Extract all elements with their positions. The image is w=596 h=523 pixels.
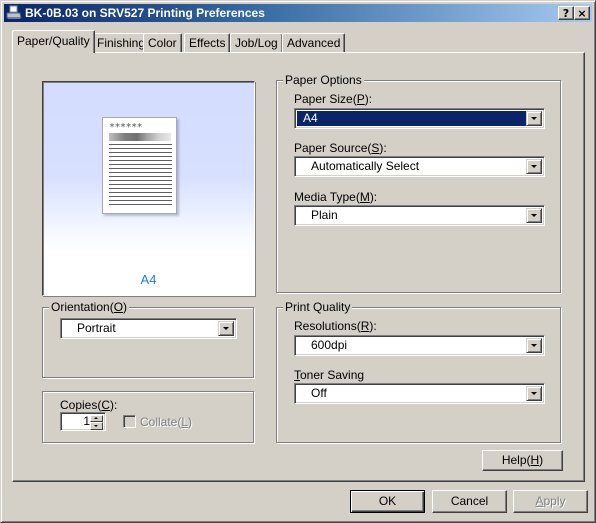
paper-size-dropdown[interactable]: A4 (294, 108, 545, 129)
orientation-value: Portrait (77, 321, 116, 335)
page-text-lines (109, 144, 172, 208)
window-title: BK-0B.03 on SRV527 Printing Preferences (25, 6, 265, 20)
resolutions-label: Resolutions(R): (294, 319, 377, 333)
close-button[interactable]: × (574, 6, 590, 20)
chevron-down-icon[interactable] (526, 111, 542, 126)
cancel-button[interactable]: Cancel (432, 490, 507, 513)
paper-quality-panel: ****** A4 Orientation(O) Portrait Copies… (12, 52, 585, 482)
tab-paper-quality[interactable]: Paper/Quality (12, 30, 95, 53)
chevron-down-icon[interactable] (526, 159, 542, 174)
chevron-down-icon[interactable] (218, 321, 234, 336)
media-type-value: Plain (311, 208, 338, 222)
tab-effects[interactable]: Effects (184, 33, 231, 52)
copies-group: Copies(C): 1 Collate(L) (42, 391, 254, 443)
preview-paper-size-label: A4 (140, 272, 157, 287)
toner-saving-value: Off (311, 386, 327, 400)
media-type-dropdown[interactable]: Plain (294, 205, 545, 226)
tab-advanced[interactable]: Advanced (282, 33, 346, 52)
media-type-label: Media Type(M): (294, 190, 378, 204)
copies-label: Copies(C): (60, 398, 118, 412)
paper-source-label: Paper Source(S): (294, 141, 387, 155)
page-band (109, 133, 171, 141)
apply-button[interactable]: Apply (513, 490, 588, 513)
page-header-stars: ****** (109, 122, 143, 133)
tab-finishing[interactable]: Finishing (92, 33, 151, 52)
resolutions-dropdown[interactable]: 600dpi (294, 335, 545, 356)
paper-source-dropdown[interactable]: Automatically Select (294, 156, 545, 177)
paper-options-group: Paper Options Paper Size(P): A4 Paper So… (276, 73, 561, 293)
toner-saving-label: Toner Saving (294, 368, 365, 382)
print-quality-group: Print Quality Resolutions(R): 600dpi Ton… (276, 300, 561, 443)
chevron-down-icon[interactable] (526, 338, 542, 353)
collate-checkbox[interactable] (123, 415, 136, 428)
paper-source-value: Automatically Select (311, 159, 420, 173)
title-bar[interactable]: BK-0B.03 on SRV527 Printing Preferences … (4, 4, 592, 22)
copies-spinner[interactable]: 1 (60, 412, 106, 431)
resolutions-value: 600dpi (311, 338, 348, 352)
chevron-down-icon[interactable] (526, 386, 542, 401)
copies-value: 1 (83, 414, 90, 428)
orientation-group: Orientation(O) Portrait (42, 300, 254, 378)
printer-icon (6, 5, 22, 21)
tab-job-log[interactable]: Job/Log (230, 33, 283, 52)
ok-button[interactable]: OK (350, 490, 425, 513)
chevron-down-icon[interactable] (526, 208, 542, 223)
tab-color[interactable]: Color (143, 33, 182, 52)
orientation-group-label: Orientation(O) (49, 300, 130, 314)
printing-preferences-dialog: BK-0B.03 on SRV527 Printing Preferences … (0, 0, 596, 523)
spin-down-icon[interactable] (90, 422, 103, 430)
spin-up-icon[interactable] (90, 415, 103, 422)
paper-size-label: Paper Size(P): (294, 92, 373, 106)
help-title-button[interactable]: ? (558, 6, 574, 20)
help-button[interactable]: Help(H) (482, 450, 563, 471)
paper-size-value: A4 (297, 111, 526, 126)
print-quality-label: Print Quality (283, 300, 353, 314)
paper-options-label: Paper Options (283, 73, 364, 87)
toner-saving-dropdown[interactable]: Off (294, 383, 545, 404)
collate-label: Collate(L) (140, 415, 193, 429)
page-preview-icon: ****** (102, 117, 177, 214)
paper-preview: ****** A4 (42, 81, 255, 296)
orientation-dropdown[interactable]: Portrait (60, 318, 237, 339)
